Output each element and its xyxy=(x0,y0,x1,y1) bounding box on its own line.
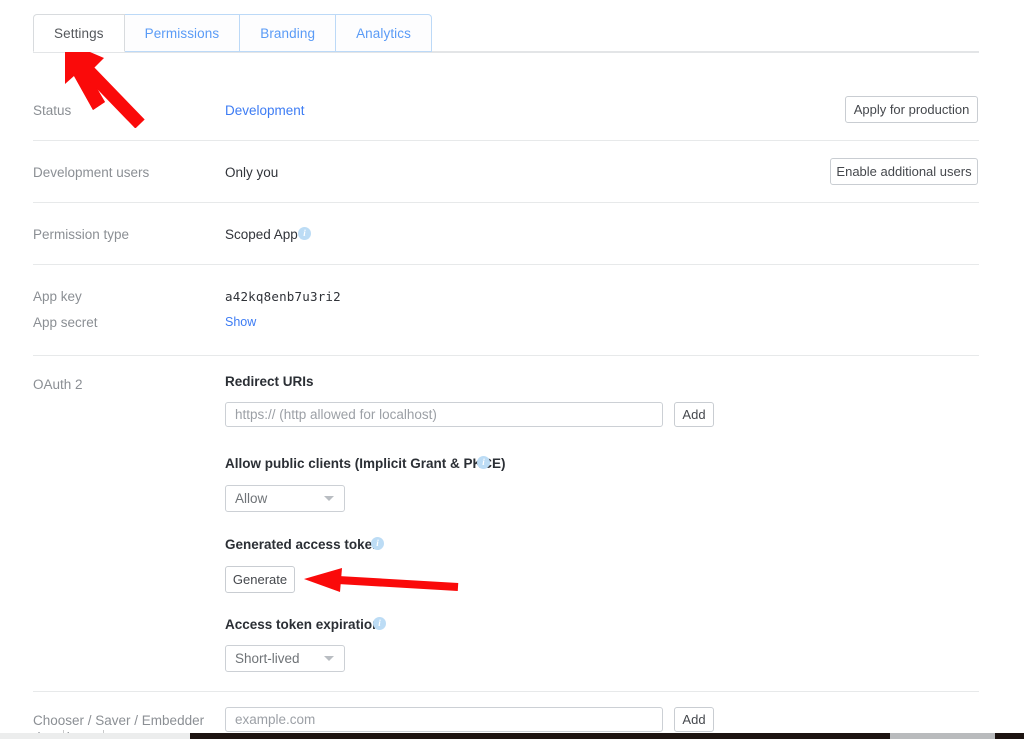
tab-permissions-label: Permissions xyxy=(145,26,220,41)
tab-branding[interactable]: Branding xyxy=(240,14,336,52)
permission-type-value: Scoped App xyxy=(225,227,298,242)
redirect-uris-heading: Redirect URIs xyxy=(225,374,314,389)
scrollbar-left-track xyxy=(0,733,190,739)
status-value-link[interactable]: Development xyxy=(225,103,305,118)
app-settings-page: Settings Permissions Branding Analytics … xyxy=(0,0,1024,739)
tab-permissions[interactable]: Permissions xyxy=(125,14,241,52)
access-token-expiration-info-icon[interactable]: i xyxy=(373,617,386,630)
status-row-label: Status xyxy=(33,103,71,118)
horizontal-scrollbar-thumb[interactable] xyxy=(890,733,995,739)
tab-bar: Settings Permissions Branding Analytics xyxy=(0,0,1024,53)
divider-status xyxy=(33,140,979,141)
apply-for-production-button[interactable]: Apply for production xyxy=(845,96,978,123)
generated-access-token-info-icon[interactable]: i xyxy=(371,537,384,550)
chooser-saver-embedder-label: Chooser / Saver / Embedder xyxy=(33,713,204,728)
divider-oauth2 xyxy=(33,691,979,692)
app-secret-show-link[interactable]: Show xyxy=(225,315,256,329)
red-arrow-generate-button xyxy=(300,566,465,598)
tab-list: Settings Permissions Branding Analytics xyxy=(33,14,432,52)
redirect-uri-input[interactable] xyxy=(225,402,663,427)
access-token-expiration-select[interactable]: Short-lived xyxy=(225,645,345,672)
allow-public-clients-selected-value: Allow xyxy=(226,491,324,506)
chooser-domain-input[interactable] xyxy=(225,707,663,732)
allow-public-clients-heading: Allow public clients (Implicit Grant & P… xyxy=(225,456,506,471)
oauth2-label: OAuth 2 xyxy=(33,377,83,392)
generated-access-token-heading: Generated access token xyxy=(225,537,380,552)
divider-permission-type xyxy=(33,264,979,265)
allow-public-clients-info-icon[interactable]: i xyxy=(477,456,490,469)
redirect-uri-add-button[interactable]: Add xyxy=(674,402,714,427)
scroll-tick-1 xyxy=(63,730,64,733)
development-users-label: Development users xyxy=(33,165,149,180)
tab-settings-label: Settings xyxy=(54,26,104,41)
development-users-value: Only you xyxy=(225,165,278,180)
allow-public-clients-select[interactable]: Allow xyxy=(225,485,345,512)
tab-branding-label: Branding xyxy=(260,26,315,41)
chevron-down-icon xyxy=(324,496,334,501)
divider-app-secret xyxy=(33,355,979,356)
app-key-label: App key xyxy=(33,289,82,304)
access-token-expiration-selected-value: Short-lived xyxy=(226,651,324,666)
chooser-domain-add-button[interactable]: Add xyxy=(674,707,714,732)
permission-type-info-icon[interactable]: i xyxy=(298,227,311,240)
tab-settings[interactable]: Settings xyxy=(33,14,125,52)
tab-analytics[interactable]: Analytics xyxy=(336,14,432,52)
access-token-expiration-heading: Access token expiration xyxy=(225,617,380,632)
tab-analytics-label: Analytics xyxy=(356,26,411,41)
app-key-value: a42kq8enb7u3ri2 xyxy=(225,289,341,304)
scroll-tick-2 xyxy=(103,730,104,733)
permission-type-label: Permission type xyxy=(33,227,129,242)
divider-development-users xyxy=(33,202,979,203)
app-secret-label: App secret xyxy=(33,315,98,330)
enable-additional-users-button[interactable]: Enable additional users xyxy=(830,158,978,185)
chevron-down-icon-2 xyxy=(324,656,334,661)
generate-token-button[interactable]: Generate xyxy=(225,566,295,593)
